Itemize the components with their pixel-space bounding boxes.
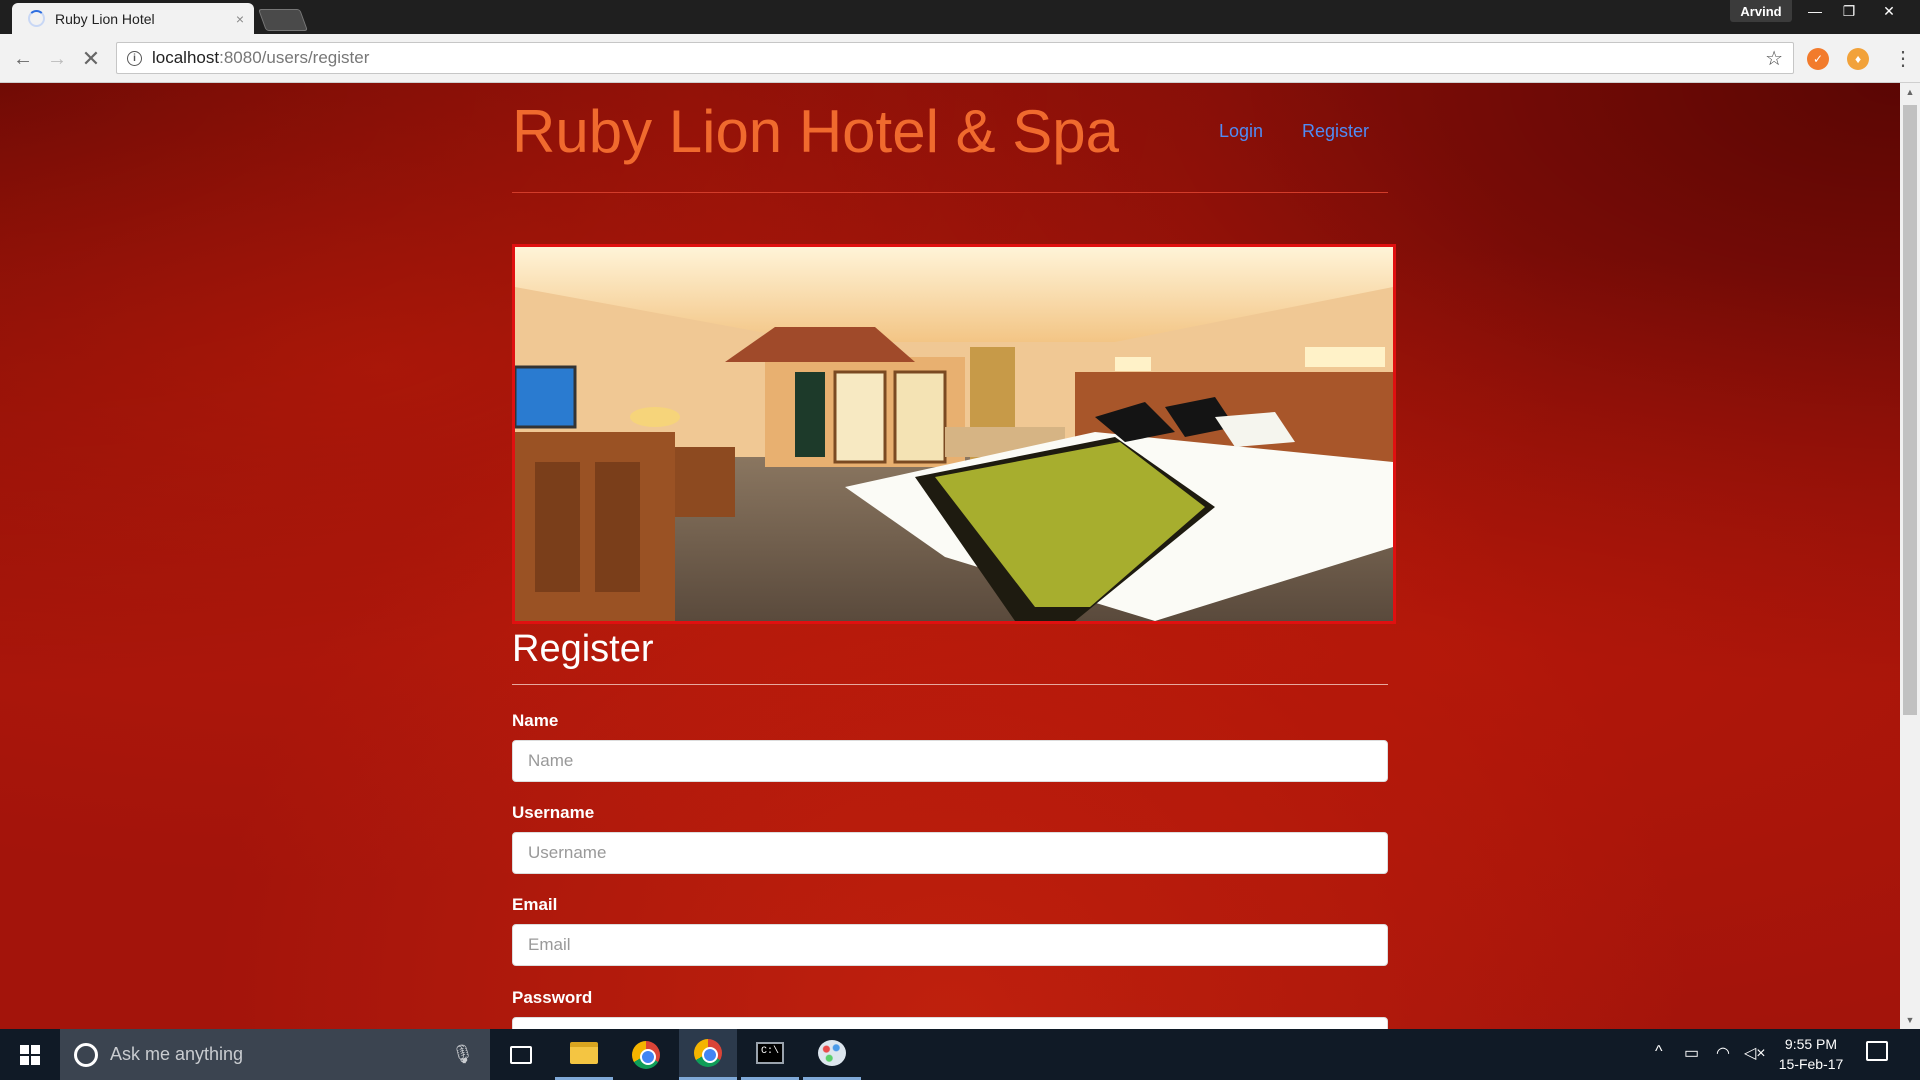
password-input[interactable] bbox=[512, 1017, 1388, 1029]
chrome-icon[interactable] bbox=[679, 1029, 737, 1080]
browser-tab[interactable]: Ruby Lion Hotel × bbox=[12, 3, 254, 34]
command-prompt-icon[interactable]: C:\ bbox=[741, 1029, 799, 1080]
register-heading: Register bbox=[512, 628, 654, 670]
task-view-icon[interactable] bbox=[492, 1029, 550, 1080]
new-tab-button[interactable] bbox=[257, 9, 309, 31]
volume-muted-icon[interactable]: ◁× bbox=[1744, 1043, 1766, 1063]
profile-button[interactable]: Arvind bbox=[1730, 0, 1792, 22]
loading-spinner-icon bbox=[28, 10, 45, 27]
tab-close-icon[interactable]: × bbox=[236, 11, 244, 27]
action-center-icon[interactable] bbox=[1866, 1041, 1888, 1061]
email-label: Email bbox=[512, 895, 558, 914]
paint-icon[interactable] bbox=[803, 1029, 861, 1080]
info-icon[interactable]: i bbox=[127, 50, 142, 66]
clock-time: 9:55 PM bbox=[1784, 1036, 1838, 1052]
forward-icon[interactable]: → bbox=[44, 46, 70, 72]
battery-icon[interactable]: ▭ bbox=[1684, 1043, 1699, 1063]
back-icon[interactable]: ← bbox=[10, 46, 36, 72]
email-input[interactable] bbox=[512, 924, 1388, 966]
address-bar[interactable]: i localhost:8080/users/register ☆ bbox=[116, 42, 1794, 74]
nav-register-link[interactable]: Register bbox=[1302, 121, 1369, 142]
show-hidden-icons-icon[interactable]: ^ bbox=[1655, 1043, 1663, 1061]
clock-date: 15-Feb-17 bbox=[1778, 1056, 1844, 1072]
browser-toolbar: ← → ✕ i localhost:8080/users/register ☆ … bbox=[0, 34, 1920, 83]
restore-icon[interactable]: ❐ bbox=[1832, 0, 1866, 22]
hotel-room-image bbox=[512, 244, 1396, 624]
extension-icon[interactable]: ♦ bbox=[1847, 48, 1869, 70]
start-button[interactable] bbox=[0, 1029, 60, 1080]
file-explorer-icon[interactable] bbox=[555, 1029, 613, 1080]
scroll-down-icon[interactable]: ▼ bbox=[1900, 1011, 1920, 1029]
search-placeholder: Ask me anything bbox=[110, 1044, 244, 1064]
username-label: Username bbox=[512, 803, 595, 822]
menu-icon[interactable]: ⋮ bbox=[1893, 46, 1913, 71]
wifi-icon[interactable]: ◠ bbox=[1716, 1043, 1730, 1063]
stop-icon[interactable]: ✕ bbox=[78, 46, 104, 72]
star-icon[interactable]: ☆ bbox=[1765, 46, 1783, 71]
site-title: Ruby Lion Hotel & Spa bbox=[512, 98, 1120, 165]
cortana-search-box[interactable]: Ask me anything 🎙 bbox=[60, 1029, 490, 1080]
form-divider bbox=[512, 684, 1388, 685]
password-label: Password bbox=[512, 988, 593, 1007]
name-label: Name bbox=[512, 711, 559, 730]
extension-icon[interactable]: ✓ bbox=[1807, 48, 1829, 70]
username-input[interactable] bbox=[512, 832, 1388, 874]
chrome-icon[interactable] bbox=[617, 1029, 675, 1080]
header-divider bbox=[512, 192, 1388, 193]
tab-title: Ruby Lion Hotel bbox=[55, 10, 155, 27]
page-scrollbar[interactable]: ▲ ▼ bbox=[1900, 83, 1920, 1029]
url-text[interactable]: localhost:8080/users/register bbox=[152, 48, 1765, 68]
nav-login-link[interactable]: Login bbox=[1219, 121, 1263, 142]
page-viewport: Ruby Lion Hotel & Spa Login Register Reg… bbox=[0, 83, 1900, 1029]
name-input[interactable] bbox=[512, 740, 1388, 782]
close-icon[interactable]: ✕ bbox=[1872, 0, 1906, 22]
scroll-thumb[interactable] bbox=[1903, 105, 1917, 715]
system-clock[interactable]: 9:55 PM 15-Feb-17 bbox=[1772, 1034, 1850, 1074]
browser-title-bar: Ruby Lion Hotel × Arvind — ❐ ✕ bbox=[0, 0, 1920, 34]
minimize-icon[interactable]: — bbox=[1798, 0, 1832, 22]
microphone-icon[interactable]: 🎙 bbox=[451, 1044, 474, 1065]
scroll-up-icon[interactable]: ▲ bbox=[1900, 83, 1920, 101]
cortana-icon bbox=[74, 1042, 98, 1067]
taskbar: Ask me anything 🎙 C:\ ^ ▭ ◠ ◁× 9:55 PM 1… bbox=[0, 1029, 1920, 1080]
windows-logo-icon bbox=[20, 1044, 40, 1065]
